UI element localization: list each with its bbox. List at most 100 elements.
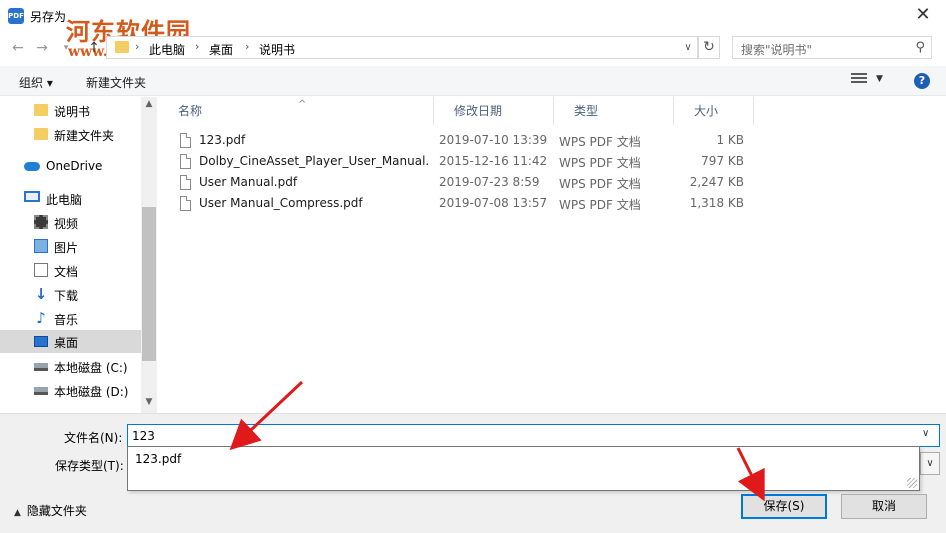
- nav-scrollbar[interactable]: ▲ ▼: [141, 97, 157, 413]
- hide-folders-label: 隐藏文件夹: [26, 504, 87, 518]
- nav-item-this-pc[interactable]: 此电脑: [0, 187, 141, 209]
- file-type: WPS PDF 文档: [559, 198, 641, 212]
- download-icon: ↓: [34, 285, 48, 303]
- chevron-right-icon[interactable]: ›: [195, 40, 199, 53]
- search-icon[interactable]: ⚲: [915, 40, 925, 55]
- file-type: WPS PDF 文档: [559, 156, 641, 170]
- file-name: 123.pdf: [199, 133, 246, 147]
- filetype-label: 保存类型(T):: [55, 459, 124, 473]
- cancel-button[interactable]: 取消: [841, 494, 927, 519]
- organize-button[interactable]: 组织 ▾: [19, 74, 53, 91]
- nav-item-music[interactable]: ♪ 音乐: [0, 307, 141, 329]
- nav-item-label: 文档: [54, 265, 79, 279]
- chevron-down-icon[interactable]: ▼: [876, 74, 883, 84]
- close-icon[interactable]: ✕: [900, 0, 946, 32]
- chevron-down-icon[interactable]: ∨: [922, 428, 929, 439]
- nav-item-downloads[interactable]: ↓ 下载: [0, 283, 141, 305]
- file-date: 2019-07-08 13:57: [439, 196, 548, 210]
- filename-label: 文件名(N):: [64, 431, 123, 445]
- chevron-down-icon[interactable]: ∨: [680, 38, 696, 58]
- column-header-type[interactable]: 类型: [554, 97, 674, 125]
- file-name: User Manual.pdf: [199, 175, 298, 189]
- nav-item-manual[interactable]: 说明书: [0, 99, 141, 121]
- scroll-up-icon[interactable]: ▲: [141, 99, 157, 113]
- scrollbar-thumb[interactable]: [142, 207, 156, 361]
- file-date: 2019-07-23 8:59: [439, 175, 540, 189]
- forward-arrow-icon[interactable]: →: [32, 38, 52, 58]
- search-placeholder: 搜索"说明书": [741, 43, 813, 57]
- breadcrumb-desktop[interactable]: 桌面: [209, 41, 233, 58]
- nav-item-desktop[interactable]: 桌面: [0, 330, 141, 353]
- nav-item-videos[interactable]: 视频: [0, 211, 141, 233]
- chevron-right-icon[interactable]: ›: [135, 40, 139, 53]
- computer-icon: [24, 191, 40, 202]
- file-date: 2015-12-16 11:42: [439, 154, 548, 168]
- nav-item-drive-c[interactable]: 本地磁盘 (C:): [0, 355, 141, 377]
- folder-icon: [34, 104, 48, 116]
- help-icon[interactable]: ?: [914, 73, 930, 89]
- chevron-up-icon: ▲: [14, 508, 21, 518]
- file-icon: [180, 175, 191, 190]
- desktop-icon: [34, 336, 48, 347]
- nav-item-label: 本地磁盘 (C:): [54, 361, 128, 375]
- nav-item-label: 音乐: [54, 313, 79, 327]
- file-date: 2019-07-10 13:39: [439, 133, 548, 147]
- nav-item-new-folder[interactable]: 新建文件夹: [0, 123, 141, 145]
- chevron-right-icon[interactable]: ›: [245, 40, 249, 53]
- chevron-down-icon[interactable]: ∨: [920, 452, 940, 475]
- address-bar[interactable]: › 此电脑 › 桌面 › 说明书: [106, 36, 698, 59]
- table-row[interactable]: User Manual_Compress.pdf 2019-07-08 13:5…: [158, 193, 758, 214]
- save-button[interactable]: 保存(S): [741, 494, 827, 519]
- nav-item-onedrive[interactable]: OneDrive: [0, 155, 141, 177]
- back-arrow-icon[interactable]: ←: [8, 38, 28, 58]
- recent-dropdown-icon[interactable]: ▾: [56, 38, 76, 58]
- column-header-name[interactable]: 名称 ^: [158, 97, 434, 125]
- file-type: WPS PDF 文档: [559, 135, 641, 149]
- file-list[interactable]: 名称 ^ 修改日期 类型 大小 123.pdf 2019-07-10 13:39…: [158, 97, 946, 413]
- file-size: 1,318 KB: [689, 196, 744, 210]
- navigation-pane[interactable]: 说明书 新建文件夹 OneDrive 此电脑 视频 图片 文档 ↓ 下载 ♪ 音…: [0, 97, 157, 413]
- nav-item-label: 桌面: [54, 336, 79, 350]
- table-row[interactable]: User Manual.pdf 2019-07-23 8:59 WPS PDF …: [158, 172, 758, 193]
- sort-ascending-icon: ^: [298, 99, 307, 110]
- scroll-down-icon[interactable]: ▼: [141, 397, 157, 411]
- drive-icon: [34, 363, 48, 371]
- video-icon: [34, 215, 48, 229]
- autocomplete-dropdown[interactable]: 123.pdf: [127, 446, 920, 491]
- table-row[interactable]: Dolby_CineAsset_Player_User_Manual... 20…: [158, 151, 758, 172]
- file-icon: [180, 133, 191, 148]
- hide-folders-toggle[interactable]: ▲ 隐藏文件夹: [14, 502, 87, 519]
- nav-item-label: OneDrive: [46, 159, 103, 173]
- column-header-label: 名称: [178, 104, 203, 118]
- folder-icon: [34, 128, 48, 140]
- file-name: User Manual_Compress.pdf: [199, 196, 363, 210]
- picture-icon: [34, 239, 48, 253]
- file-type: WPS PDF 文档: [559, 177, 641, 191]
- nav-item-label: 本地磁盘 (D:): [54, 385, 129, 399]
- nav-item-label: 视频: [54, 217, 79, 231]
- autocomplete-item[interactable]: 123.pdf: [135, 452, 181, 466]
- file-icon: [180, 196, 191, 211]
- resize-grip-icon[interactable]: [907, 478, 917, 488]
- new-folder-button[interactable]: 新建文件夹: [86, 74, 146, 91]
- refresh-icon[interactable]: ↻: [698, 36, 720, 59]
- breadcrumb-manual[interactable]: 说明书: [259, 41, 295, 58]
- column-header-size[interactable]: 大小: [674, 97, 754, 125]
- view-options-icon[interactable]: [851, 73, 867, 87]
- nav-item-pictures[interactable]: 图片: [0, 235, 141, 257]
- nav-item-label: 图片: [54, 241, 79, 255]
- file-size: 1 KB: [716, 133, 744, 147]
- breadcrumb-this-pc[interactable]: 此电脑: [149, 41, 185, 58]
- document-icon: [34, 263, 48, 277]
- nav-item-drive-d[interactable]: 本地磁盘 (D:): [0, 379, 141, 401]
- nav-item-label: 说明书: [54, 105, 91, 119]
- search-input[interactable]: 搜索"说明书" ⚲: [732, 36, 932, 59]
- cloud-icon: [24, 162, 40, 171]
- table-row[interactable]: 123.pdf 2019-07-10 13:39 WPS PDF 文档 1 KB: [158, 130, 758, 151]
- file-size: 2,247 KB: [689, 175, 744, 189]
- filename-input[interactable]: [127, 424, 940, 447]
- column-header-date[interactable]: 修改日期: [434, 97, 554, 125]
- up-arrow-icon[interactable]: ↑: [84, 38, 104, 58]
- nav-item-documents[interactable]: 文档: [0, 259, 141, 281]
- file-name: Dolby_CineAsset_Player_User_Manual...: [199, 154, 429, 168]
